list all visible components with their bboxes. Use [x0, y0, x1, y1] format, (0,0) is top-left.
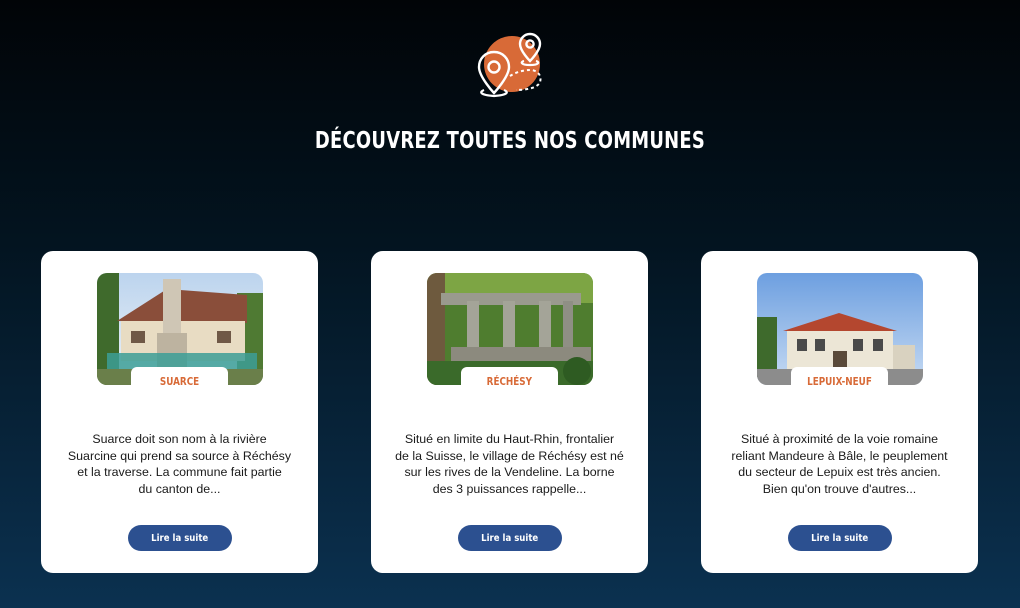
commune-name-tag: SUARCE	[131, 367, 228, 397]
commune-description: Situé à proximité de la voie romaine rel…	[731, 432, 948, 496]
read-more-button[interactable]: Lire la suite	[788, 525, 892, 551]
commune-card-rechesy: RÉCHÉSY Situé en limite du Haut-Rhin, fr…	[371, 251, 648, 573]
commune-description: Situé en limite du Haut-Rhin, frontalier…	[395, 432, 624, 496]
read-more-button[interactable]: Lire la suite	[128, 525, 232, 551]
page-title: DÉCOUVREZ TOUTES NOS COMMUNES	[314, 128, 706, 154]
commune-card-lepuix-neuf: LEPUIX-NEUF Situé à proximité de la voie…	[701, 251, 978, 573]
read-more-button[interactable]: Lire la suite	[458, 525, 562, 551]
map-pins-icon	[472, 30, 548, 102]
commune-card-suarce: SUARCE Suarce doit son nom à la rivière …	[41, 251, 318, 573]
commune-description: Suarce doit son nom à la rivière Suarcin…	[67, 432, 292, 496]
commune-name-tag: LEPUIX-NEUF	[791, 367, 888, 397]
commune-name-tag: RÉCHÉSY	[461, 367, 558, 397]
